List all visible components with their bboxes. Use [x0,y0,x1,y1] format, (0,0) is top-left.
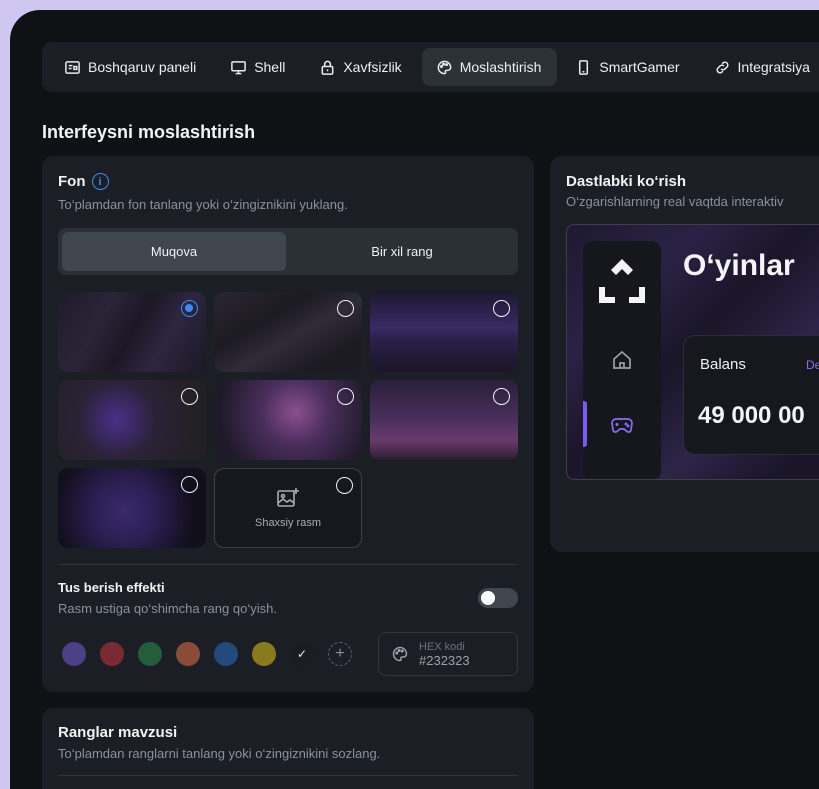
active-indicator [583,401,587,447]
tab-boshqaruv-paneli[interactable]: Boshqaruv paneli [50,48,212,86]
tab-label: Moslashtirish [459,59,542,75]
color-swatch-row: ✓ + [62,642,352,666]
color-swatch[interactable] [138,642,162,666]
preview-sidebar [583,241,661,479]
color-swatch[interactable] [252,642,276,666]
palette-icon [437,60,452,74]
divider [58,564,518,565]
tab-label: Xavfsizlik [343,59,402,75]
fon-title: Fon [58,173,86,190]
background-thumbnail[interactable] [58,468,206,548]
radio-button[interactable] [493,300,510,317]
background-thumbnail[interactable] [58,380,206,460]
tab-moslashtirish[interactable]: Moslashtirish [421,48,558,86]
tab-label: Shell [254,59,286,75]
app-window: Boshqaruv paneli Shell Xavfsizlik Moslas… [10,10,819,789]
color-swatch[interactable] [62,642,86,666]
background-thumbnail[interactable] [370,380,518,460]
live-preview-card: Dastlabki ko‘rish O‘zgarishlarning real … [550,156,819,552]
preview-title: Dastlabki ko‘rish [566,173,687,190]
balance-label: Balans [700,356,746,373]
top-tab-bar: Boshqaruv paneli Shell Xavfsizlik Moslas… [42,42,819,92]
preview-frame: O‘yinlar Balans De 49 000 00 [566,224,819,480]
custom-image-label: Shaxsiy rasm [254,517,322,529]
phone-icon [579,59,589,75]
gamepad-icon[interactable] [610,415,634,435]
segment-muqova[interactable]: Muqova [62,232,286,271]
radio-button[interactable] [337,388,354,405]
tab-smartgamer[interactable]: SmartGamer [561,48,695,86]
tint-effect-subtitle: Rasm ustiga qo‘shimcha rang qo‘yish. [58,601,277,616]
palette-icon [392,646,408,662]
divider [58,775,518,776]
radio-button[interactable] [181,388,198,405]
lock-icon [321,60,334,75]
card-title: Fon i [58,173,109,190]
add-color-button[interactable]: + [328,642,352,666]
monitor-icon [231,60,247,74]
info-icon[interactable]: i [91,173,109,190]
radio-button[interactable] [336,477,353,494]
background-thumbnail[interactable] [370,292,518,372]
tint-effect-toggle[interactable] [478,588,518,608]
radio-button[interactable] [181,476,198,493]
hex-label: HEX kodi [419,640,465,653]
color-theme-card: Ranglar mavzusi To‘plamdan ranglarni tan… [42,708,534,789]
dashboard-icon [65,60,80,74]
tab-label: SmartGamer [599,59,680,75]
tab-label: Integratsiya [737,59,810,75]
background-type-segmented-control: Muqova Bir xil rang [58,228,518,275]
hex-code-input[interactable]: HEX kodi #232323 [378,632,518,676]
color-swatch[interactable] [100,642,124,666]
image-add-icon [277,488,299,507]
background-settings-card: Fon i To‘plamdan fon tanlang yoki o‘zing… [42,156,534,692]
ranglar-title: Ranglar mavzusi [58,724,178,741]
tab-xavfsizlik[interactable]: Xavfsizlik [305,48,417,86]
check-icon: ✓ [296,647,308,661]
logo-icon [599,259,645,303]
balance-link[interactable]: De [806,358,819,372]
preview-heading: O‘yinlar [683,249,795,282]
balance-card: Balans De 49 000 00 [683,335,819,455]
background-thumbnail-grid: Shaxsiy rasm [58,292,518,548]
custom-image-upload[interactable]: Shaxsiy rasm [214,468,362,548]
tab-integratsiya[interactable]: Integratsiya [700,48,819,86]
background-thumbnail[interactable] [214,380,362,460]
balance-value: 49 000 00 [698,402,805,429]
hex-value: #232323 [419,652,470,668]
color-swatch[interactable] [176,642,200,666]
radio-button[interactable] [337,300,354,317]
ranglar-subtitle: To‘plamdan ranglarni tanlang yoki o‘zing… [58,746,381,761]
page-title: Interfeysni moslashtirish [42,122,256,142]
fon-subtitle: To‘plamdan fon tanlang yoki o‘zingizniki… [58,197,348,212]
hex-input-text: HEX kodi #232323 [419,641,470,668]
background-thumbnail[interactable] [58,292,206,372]
radio-button[interactable] [493,388,510,405]
tab-shell[interactable]: Shell [216,48,301,86]
home-icon[interactable] [611,349,633,371]
background-thumbnail[interactable] [214,292,362,372]
tab-label: Boshqaruv paneli [88,59,197,75]
segment-bir-xil-rang[interactable]: Bir xil rang [290,232,514,271]
radio-button[interactable] [181,300,198,317]
tint-effect-title: Tus berish effekti [58,580,165,595]
color-swatch-selected[interactable]: ✓ [290,642,314,666]
preview-subtitle: O‘zgarishlarning real vaqtda interaktiv [566,194,784,209]
plus-icon: + [335,645,345,662]
link-icon [716,60,729,74]
color-swatch[interactable] [214,642,238,666]
